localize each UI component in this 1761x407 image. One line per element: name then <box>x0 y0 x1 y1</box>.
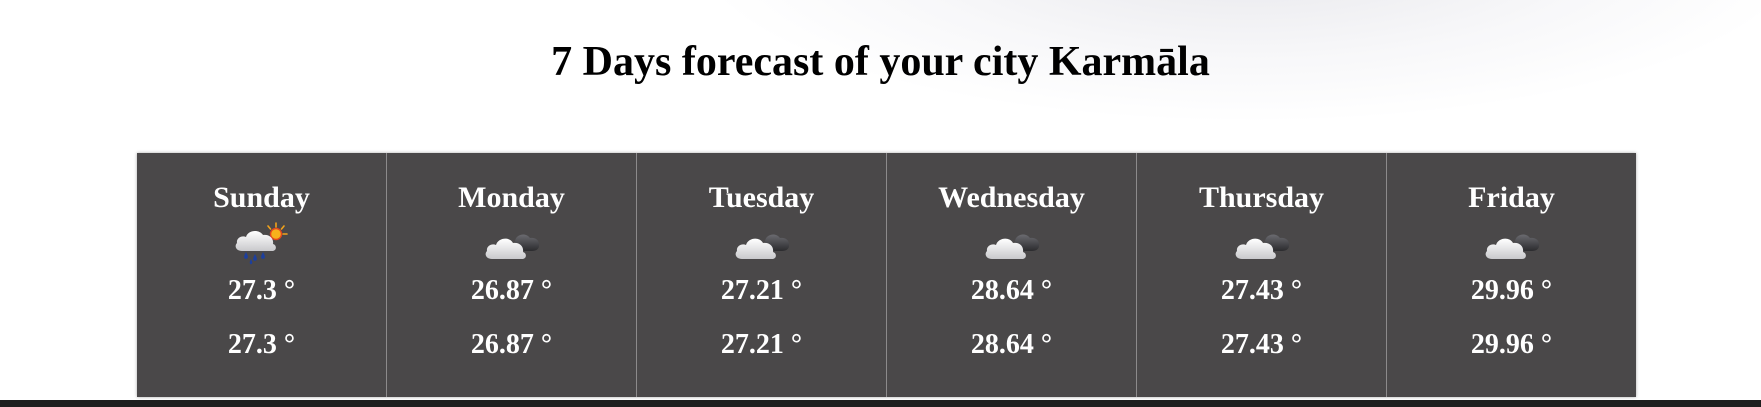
day-card-monday: Monday 26.87 ° 26.87 ° <box>387 153 637 397</box>
day-name: Thursday <box>1198 181 1325 214</box>
temp-max: 26.87 ° <box>470 275 553 306</box>
day-name: Wednesday <box>938 181 1085 214</box>
temp-min: 29.96 ° <box>1470 329 1553 360</box>
temp-max: 29.96 ° <box>1470 275 1553 306</box>
temp-max: 27.3 ° <box>227 275 296 306</box>
day-card-friday: Friday 29.96 ° 29.96 ° <box>1387 153 1636 397</box>
day-card-tuesday: Tuesday 27.21 ° 27.21 ° <box>637 153 887 397</box>
bottom-border <box>0 400 1761 407</box>
day-card-sunday: Sunday 27.3 ° 27.3 ° <box>137 153 387 397</box>
partly-cloudy-icon <box>982 221 1042 265</box>
temp-min: 28.64 ° <box>970 329 1053 360</box>
partly-cloudy-icon <box>732 221 792 265</box>
day-name: Friday <box>1468 181 1555 214</box>
day-card-wednesday: Wednesday 28.64 ° 28.64 ° <box>887 153 1137 397</box>
temp-min: 27.21 ° <box>720 329 803 360</box>
temp-max: 27.43 ° <box>1220 275 1303 306</box>
forecast-strip: Sunday 27.3 ° 27.3 ° Monday 26.87 ° 26.8… <box>137 153 1636 397</box>
day-card-thursday: Thursday 27.43 ° 27.43 ° <box>1137 153 1387 397</box>
rain-sun-cloud-icon <box>232 221 292 265</box>
partly-cloudy-icon <box>1482 221 1542 265</box>
temp-min: 27.43 ° <box>1220 329 1303 360</box>
temp-max: 27.21 ° <box>720 275 803 306</box>
page-title: 7 Days forecast of your city Karmāla <box>551 39 1210 85</box>
temp-max: 28.64 ° <box>970 275 1053 306</box>
partly-cloudy-icon <box>482 221 542 265</box>
temp-min: 26.87 ° <box>470 329 553 360</box>
temp-min: 27.3 ° <box>227 329 296 360</box>
day-name: Monday <box>458 181 565 214</box>
day-name: Sunday <box>213 181 310 214</box>
day-name: Tuesday <box>708 181 815 214</box>
partly-cloudy-icon <box>1232 221 1292 265</box>
